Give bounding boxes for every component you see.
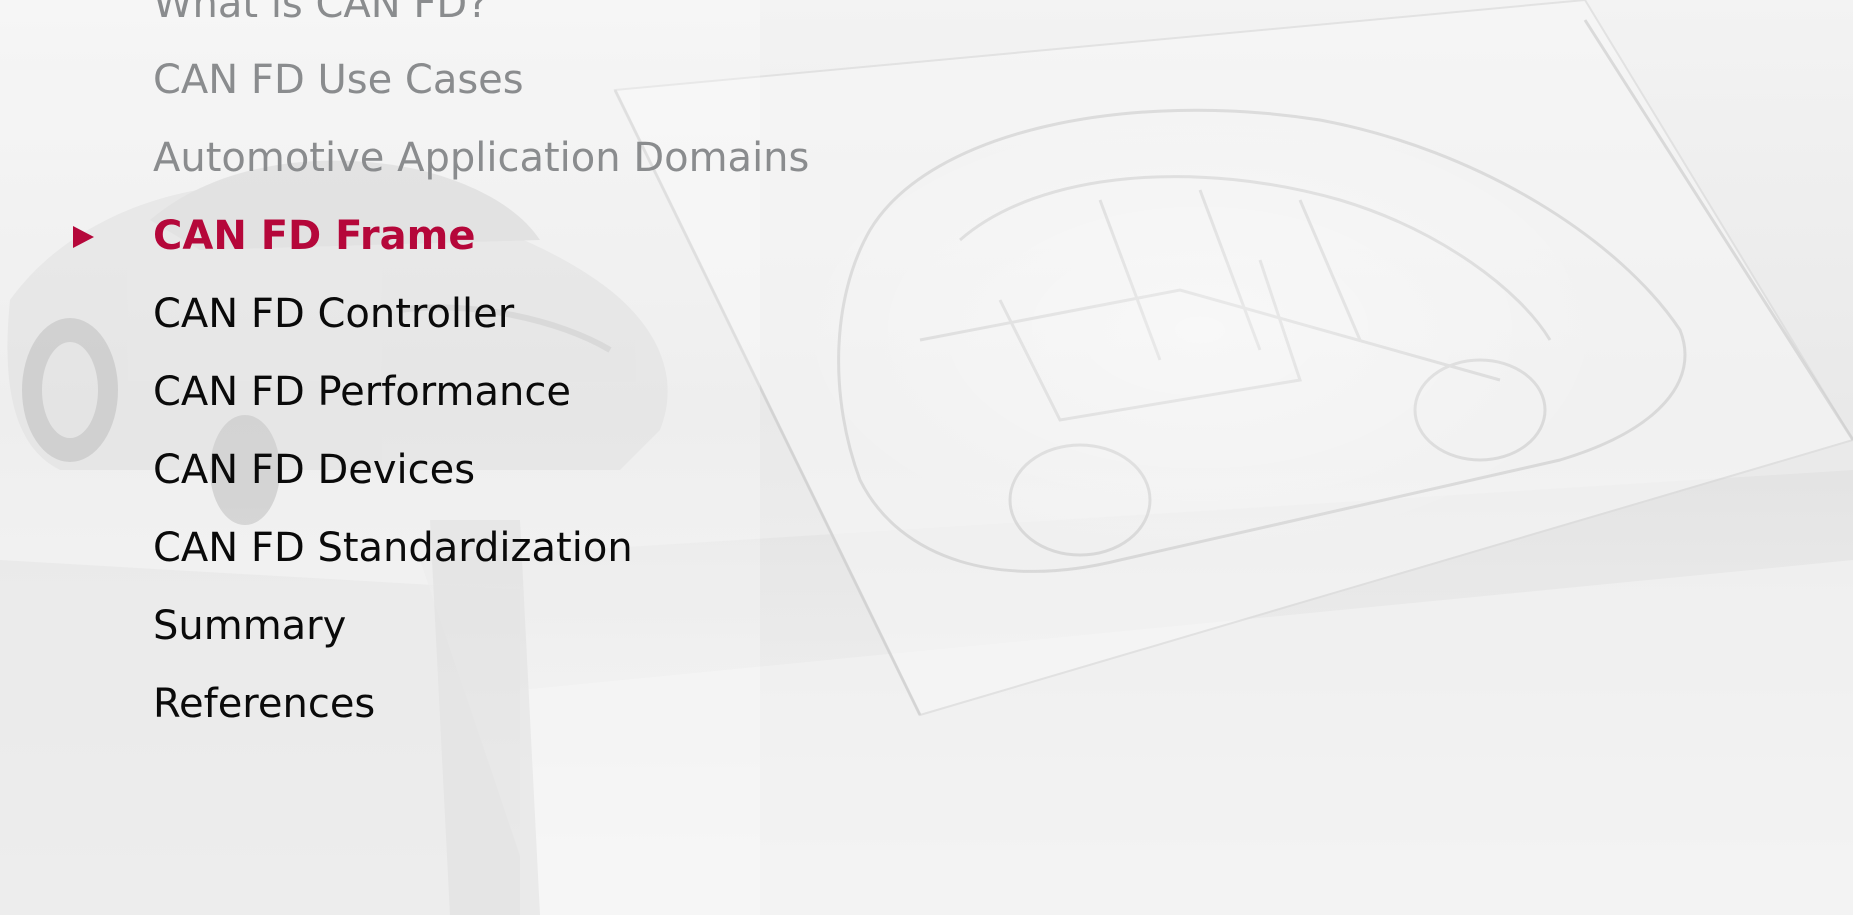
agenda-item-controller[interactable]: CAN FD Controller: [153, 290, 514, 338]
agenda-item-what-is-can-fd[interactable]: What is CAN FD?: [153, 0, 488, 28]
agenda-item-standardization[interactable]: CAN FD Standardization: [153, 524, 633, 572]
agenda-item-references[interactable]: References: [153, 680, 375, 728]
agenda-item-application-domains[interactable]: Automotive Application Domains: [153, 134, 809, 182]
agenda-item-devices[interactable]: CAN FD Devices: [153, 446, 475, 494]
agenda-item-performance[interactable]: CAN FD Performance: [153, 368, 571, 416]
agenda-item-can-fd-frame[interactable]: CAN FD Frame: [153, 212, 475, 260]
triangle-right-icon: [73, 226, 94, 248]
agenda-item-summary[interactable]: Summary: [153, 602, 346, 650]
agenda-slide: What is CAN FD? CAN FD Use Cases Automot…: [0, 0, 1853, 915]
agenda-item-use-cases[interactable]: CAN FD Use Cases: [153, 56, 524, 104]
